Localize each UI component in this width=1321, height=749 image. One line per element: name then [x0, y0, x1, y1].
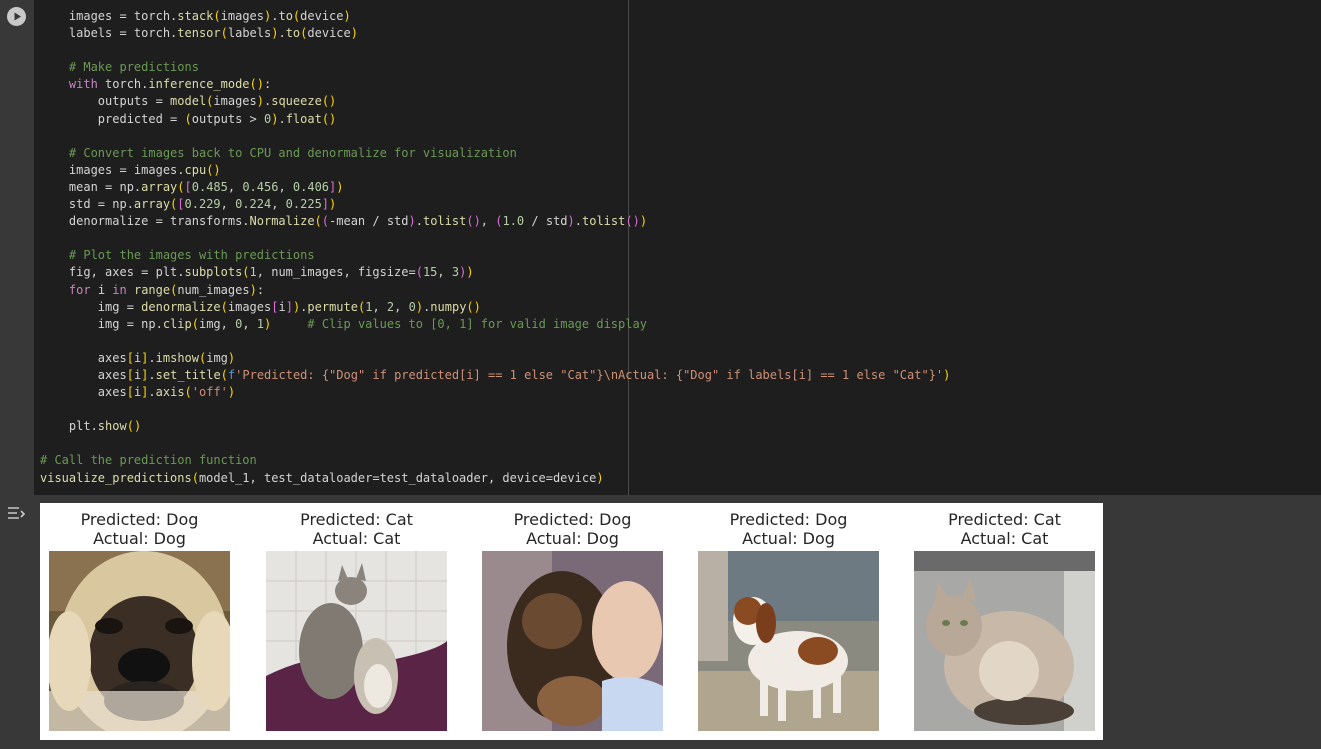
- predicted-label: Predicted: Cat: [300, 510, 413, 529]
- play-icon: [14, 12, 21, 21]
- predicted-label: Predicted: Dog: [513, 510, 632, 529]
- actual-label: Actual: Dog: [526, 529, 619, 548]
- code-line[interactable]: # Convert images back to CPU and denorma…: [40, 145, 950, 162]
- code-line[interactable]: [40, 128, 950, 145]
- code-line[interactable]: [40, 42, 950, 59]
- beagle-photo: [698, 551, 879, 731]
- actual-label: Actual: Dog: [93, 529, 186, 548]
- code-text[interactable]: images = torch.stack(images).to(device) …: [40, 8, 950, 487]
- cell-output: Predicted: Dog Actual: Dog Predicted: Ca…: [0, 495, 1321, 749]
- code-line[interactable]: img = denormalize(images[i]).permute(1, …: [40, 299, 950, 316]
- code-line[interactable]: axes[i].set_title(f'Predicted: {"Dog" if…: [40, 367, 951, 384]
- code-line[interactable]: axes[i].axis('off'): [40, 384, 950, 401]
- cats-photo: [266, 551, 447, 731]
- code-line[interactable]: images = torch.stack(images).to(device): [40, 8, 950, 25]
- code-line[interactable]: # Call the prediction function: [40, 452, 950, 469]
- code-line[interactable]: # Plot the images with predictions: [40, 247, 950, 264]
- predicted-label: Predicted: Dog: [80, 510, 199, 529]
- predicted-label: Predicted: Cat: [948, 510, 1061, 529]
- code-line[interactable]: predicted = (outputs > 0).float(): [40, 111, 950, 128]
- run-cell-button[interactable]: [7, 7, 26, 26]
- code-line[interactable]: for i in range(num_images):: [40, 282, 950, 299]
- code-line[interactable]: visualize_predictions(model_1, test_data…: [40, 470, 950, 487]
- code-line[interactable]: img = np.clip(img, 0, 1) # Clip values t…: [40, 316, 950, 333]
- cat-photo: [914, 551, 1095, 731]
- code-line[interactable]: axes[i].imshow(img): [40, 350, 950, 367]
- code-line[interactable]: mean = np.array([0.485, 0.456, 0.406]): [40, 179, 950, 196]
- puppy-photo: [482, 551, 663, 731]
- code-line[interactable]: [40, 401, 950, 418]
- code-line[interactable]: fig, axes = plt.subplots(1, num_images, …: [40, 264, 950, 281]
- code-line[interactable]: with torch.inference_mode():: [40, 76, 950, 93]
- code-line[interactable]: images = images.cpu(): [40, 162, 950, 179]
- code-line[interactable]: [40, 435, 950, 452]
- code-line[interactable]: [40, 333, 950, 350]
- code-line[interactable]: labels = torch.tensor(labels).to(device): [40, 25, 950, 42]
- predicted-label: Predicted: Dog: [729, 510, 848, 529]
- actual-label: Actual: Cat: [312, 529, 401, 548]
- code-line[interactable]: # Make predictions: [40, 59, 950, 76]
- code-editor[interactable]: images = torch.stack(images).to(device) …: [34, 0, 1321, 495]
- actual-label: Actual: Cat: [960, 529, 1049, 548]
- code-line[interactable]: outputs = model(images).squeeze(): [40, 93, 950, 110]
- code-line[interactable]: plt.show(): [40, 418, 950, 435]
- code-line[interactable]: denormalize = transforms.Normalize((-mea…: [40, 213, 950, 230]
- code-line[interactable]: std = np.array([0.229, 0.224, 0.225]): [40, 196, 950, 213]
- code-line[interactable]: [40, 230, 950, 247]
- prediction-figure: Predicted: Dog Actual: Dog Predicted: Ca…: [40, 503, 1103, 740]
- dog-photo: [49, 551, 230, 731]
- actual-label: Actual: Dog: [742, 529, 835, 548]
- output-toggle-icon[interactable]: [7, 505, 27, 521]
